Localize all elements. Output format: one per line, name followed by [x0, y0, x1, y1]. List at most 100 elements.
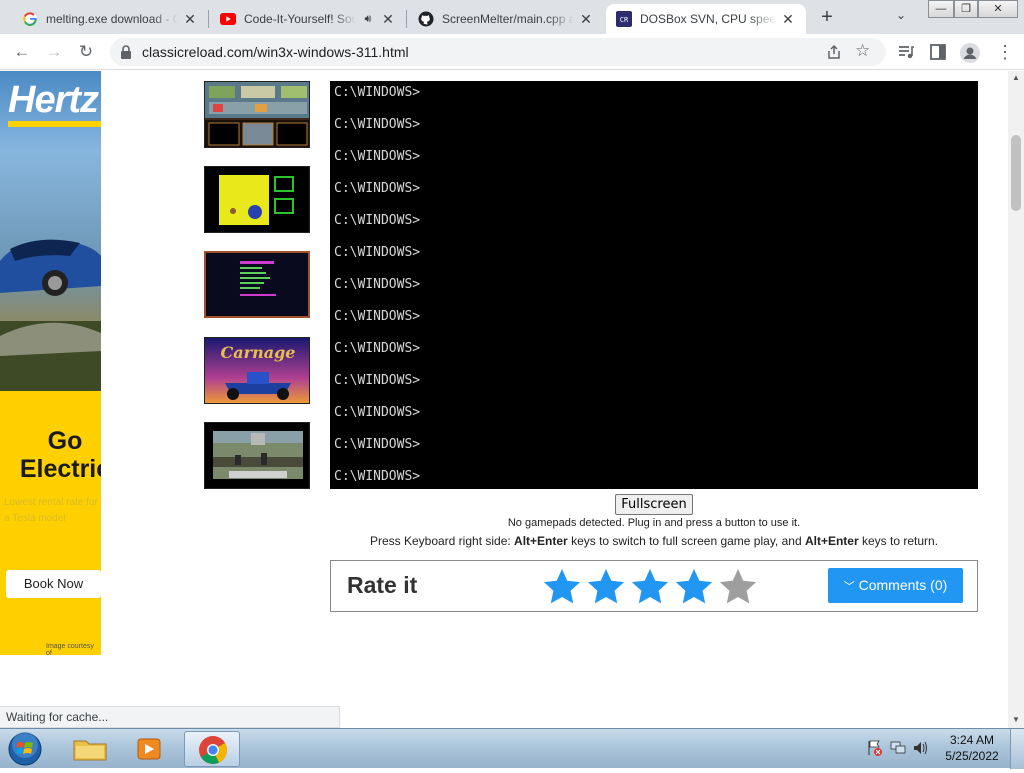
tab-divider: [406, 10, 407, 28]
svg-text:Carnage: Carnage: [221, 343, 296, 362]
profile-avatar-icon[interactable]: [960, 43, 980, 63]
network-icon: [890, 741, 906, 754]
close-tab-icon[interactable]: ✕: [578, 11, 594, 28]
page-scrollbar[interactable]: ▲ ▼: [1008, 71, 1024, 728]
page-viewport: Hertz Go Electric Lowest rental rate for…: [0, 71, 1008, 728]
comments-button[interactable]: ﹀ Comments (0): [828, 568, 963, 603]
tab-title: Code-It-Yourself! Sound: [244, 12, 356, 26]
tab-dosbox-active[interactable]: CR DOSBox SVN, CPU speed ✕: [606, 4, 806, 34]
close-window-button[interactable]: ✕: [978, 0, 1018, 18]
ad-car-image: Hertz: [0, 71, 101, 391]
side-panel-icon[interactable]: [929, 43, 947, 61]
address-bar[interactable]: classicreload.com/win3x-windows-311.html…: [110, 38, 886, 66]
system-tray: [866, 737, 932, 764]
show-desktop-button[interactable]: [1010, 729, 1024, 769]
dos-prompt-line: C:\WINDOWS>: [334, 437, 421, 452]
chrome-taskbar-button[interactable]: [184, 731, 240, 767]
dos-prompt-line: C:\WINDOWS>: [334, 373, 421, 388]
svg-text:CR: CR: [620, 16, 629, 24]
back-button[interactable]: ←: [10, 40, 34, 64]
start-button[interactable]: [4, 731, 46, 767]
hertz-ad[interactable]: Hertz Go Electric Lowest rental rate for…: [0, 71, 101, 655]
browser-toolbar: ← → ↻ classicreload.com/win3x-windows-31…: [0, 34, 1024, 70]
dos-prompt-line: C:\WINDOWS>: [334, 117, 421, 132]
tab-search-chevron-icon[interactable]: ⌄: [896, 8, 906, 22]
tab-google-search[interactable]: melting.exe download - Google Search ✕: [12, 4, 208, 34]
windows-taskbar: 3:24 AM 5/25/2022: [0, 728, 1024, 769]
tab-title: ScreenMelter/main.cpp at main: [442, 12, 574, 26]
dos-prompt-line: C:\WINDOWS>: [334, 405, 421, 420]
kb-text: keys to switch to full screen game play,…: [567, 534, 805, 548]
screenshot-thumbnail[interactable]: [204, 81, 310, 148]
comments-label: Comments (0): [858, 577, 948, 593]
github-icon: [418, 11, 434, 27]
youtube-icon: [220, 11, 236, 27]
dos-prompt-line: C:\WINDOWS>: [334, 181, 421, 196]
tab-github[interactable]: ScreenMelter/main.cpp at main ✕: [408, 4, 604, 34]
action-center-flag-icon: [868, 740, 882, 756]
speaker-icon[interactable]: 🔊︎: [360, 13, 376, 26]
ad-courtesy-text: Image courtesy of: [46, 643, 94, 655]
star-filled-icon[interactable]: [673, 566, 715, 608]
screenshot-thumbnail[interactable]: Carnage: [204, 337, 310, 404]
tab-title: DOSBox SVN, CPU speed: [640, 12, 776, 26]
screenshot-thumbnail[interactable]: [204, 422, 310, 489]
screenshot-thumbnail[interactable]: [204, 166, 310, 233]
reload-button[interactable]: ↻: [74, 40, 98, 64]
rating-panel: Rate it ﹀ Comments (0): [330, 560, 978, 612]
kb-key: Alt+Enter: [804, 534, 859, 548]
media-controls-icon[interactable]: [897, 43, 915, 61]
status-bubble: Waiting for cache...: [0, 706, 340, 728]
star-filled-icon[interactable]: [629, 566, 671, 608]
star-filled-icon[interactable]: [541, 566, 583, 608]
close-tab-icon[interactable]: ✕: [182, 11, 198, 28]
scrollbar-thumb[interactable]: [1011, 135, 1021, 211]
lock-icon[interactable]: [120, 45, 132, 64]
maximize-button[interactable]: ❐: [954, 0, 978, 18]
kb-key: Alt+Enter: [514, 534, 568, 548]
star-filled-icon[interactable]: [585, 566, 627, 608]
tab-youtube[interactable]: Code-It-Yourself! Sound 🔊︎ ✕: [210, 4, 406, 34]
book-now-button[interactable]: Book Now: [6, 570, 101, 598]
screenshot-thumbnail-selected[interactable]: [204, 251, 310, 318]
scroll-up-icon[interactable]: ▲: [1012, 73, 1020, 82]
taskbar-clock[interactable]: 3:24 AM 5/25/2022: [940, 732, 1004, 764]
ad-yellow-panel: Go Electric Lowest rental rate for a Tes…: [0, 391, 101, 655]
dos-prompt-line: C:\WINDOWS>: [334, 309, 421, 324]
dos-prompt-line: C:\WINDOWS>: [334, 213, 421, 228]
volume-icon: [914, 741, 927, 755]
tab-title: melting.exe download - Google Search: [46, 12, 178, 26]
fullscreen-button[interactable]: Fullscreen: [615, 494, 693, 515]
google-icon: [22, 11, 38, 27]
close-tab-icon[interactable]: ✕: [380, 11, 396, 28]
kb-text: Press Keyboard right side:: [369, 534, 515, 548]
dos-prompt-line: C:\WINDOWS>: [334, 245, 421, 260]
tab-strip: melting.exe download - Google Search ✕ C…: [0, 0, 1024, 34]
dosbox-emulator-screen[interactable]: C:\WINDOWS> C:\WINDOWS> C:\WINDOWS> C:\W…: [330, 81, 978, 489]
dos-prompt-line: C:\WINDOWS>: [334, 85, 421, 100]
hertz-logo: Hertz: [8, 79, 99, 121]
scroll-down-icon[interactable]: ▼: [1012, 715, 1020, 724]
clock-date: 5/25/2022: [945, 749, 999, 763]
minimize-button[interactable]: —: [928, 0, 954, 18]
keyboard-instructions: Press Keyboard right side: Alt+Enter key…: [330, 534, 978, 548]
close-tab-icon[interactable]: ✕: [780, 11, 796, 28]
rate-it-heading: Rate it: [347, 572, 418, 598]
gamepad-note: No gamepads detected. Plug in and press …: [507, 517, 801, 529]
dos-prompt-line: C:\WINDOWS>: [334, 277, 421, 292]
share-icon[interactable]: [826, 44, 842, 65]
clock-time: 3:24 AM: [949, 733, 995, 747]
url-text[interactable]: classicreload.com/win3x-windows-311.html: [142, 44, 409, 60]
classicreload-icon: CR: [616, 11, 632, 27]
bookmark-star-icon[interactable]: ☆: [855, 41, 870, 61]
media-player-taskbar-button[interactable]: [122, 731, 178, 767]
forward-button[interactable]: →: [42, 40, 66, 64]
star-empty-icon[interactable]: [717, 566, 759, 608]
more-menu-icon[interactable]: ⋮: [996, 43, 1014, 61]
dos-prompt-line: C:\WINDOWS>: [334, 341, 421, 356]
logo-underline: [8, 121, 101, 127]
new-tab-button[interactable]: +: [816, 6, 838, 28]
ad-headline: Go Electric: [19, 427, 101, 483]
ad-fine-print: Lowest rental rate for a Tesla model: [4, 497, 98, 524]
explorer-taskbar-button[interactable]: [62, 731, 118, 767]
